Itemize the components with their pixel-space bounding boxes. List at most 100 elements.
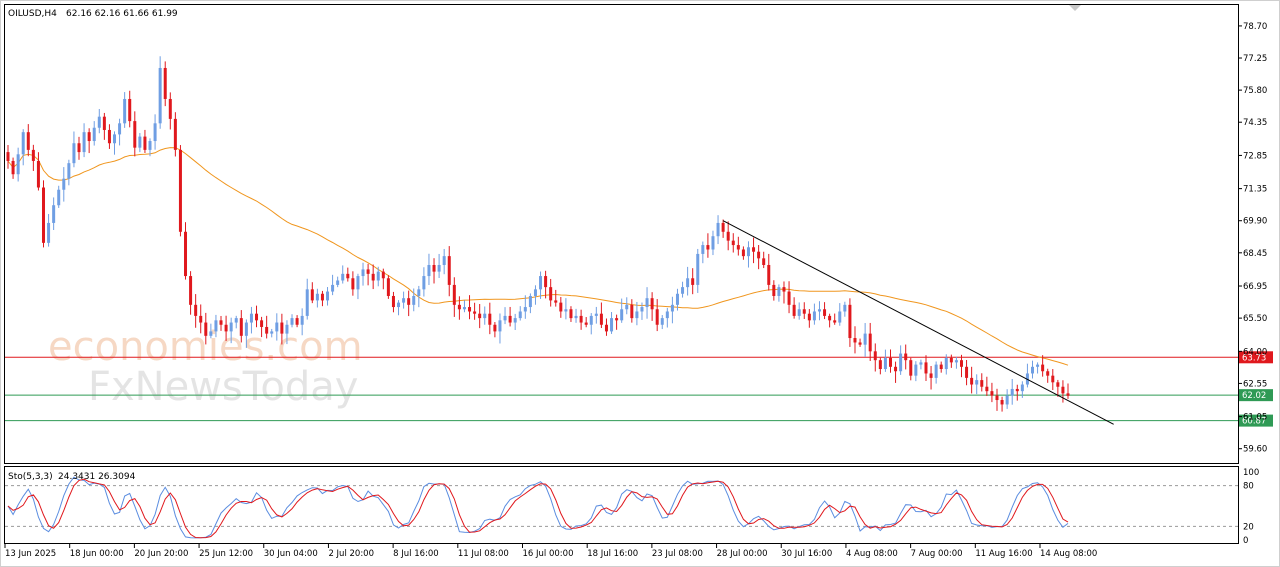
candle-body — [219, 320, 223, 325]
candle-body — [133, 121, 137, 148]
candle-body — [87, 132, 91, 142]
candle-body — [402, 298, 406, 303]
candle-body — [610, 318, 614, 332]
candle-body — [838, 311, 842, 323]
candle-body — [1041, 364, 1045, 372]
candle-body — [1046, 371, 1050, 376]
candle-body — [468, 307, 472, 312]
candle-body — [746, 247, 750, 257]
candle-body — [178, 149, 182, 232]
candle-body — [757, 251, 761, 259]
candle-body — [432, 264, 436, 272]
candle-body — [888, 357, 892, 367]
price-tick-label: 68.45 — [1243, 249, 1267, 259]
candle-body — [706, 245, 710, 250]
candle-body — [92, 127, 96, 142]
price-chart[interactable]: economies.com FxNewsToday 63.7362.0260.8… — [0, 0, 1280, 567]
candle-body — [361, 269, 365, 277]
chart-frame — [0, 0, 1280, 567]
candle-body — [620, 309, 624, 321]
candle-body — [736, 245, 740, 250]
candle-body — [102, 116, 106, 130]
candle-body — [954, 360, 958, 363]
candle-body — [412, 295, 416, 305]
time-tick-label: 8 Jul 16:00 — [393, 549, 439, 559]
candle-body — [554, 300, 558, 303]
candle-body — [239, 318, 243, 336]
candle-body — [508, 315, 512, 323]
candle-body — [584, 322, 588, 325]
stoch-axis-label: 0 — [1243, 536, 1248, 546]
candle-body — [305, 289, 309, 316]
candle-body — [77, 143, 81, 153]
candle-body — [975, 380, 979, 385]
candle-body — [934, 364, 938, 378]
time-tick-label: 13 Jun 2025 — [5, 549, 56, 559]
candle-body — [351, 278, 355, 290]
indicator-label: Sto(5,3,3) — [8, 472, 53, 482]
candle-body — [275, 322, 279, 332]
candle-body — [407, 298, 411, 305]
candle-body — [189, 276, 193, 305]
price-tick-label: 64.00 — [1243, 347, 1267, 357]
candle-body — [366, 269, 370, 274]
candle-body — [772, 284, 776, 296]
candle-body — [260, 320, 264, 327]
candle-body — [391, 295, 395, 308]
candle-body — [168, 98, 172, 119]
candle-body — [229, 322, 233, 332]
time-tick-label: 2 Jul 20:00 — [328, 549, 374, 559]
candle-body — [645, 298, 649, 308]
candle-body — [483, 313, 487, 319]
candle-body — [128, 98, 132, 122]
price-tick-label: 74.35 — [1243, 118, 1267, 128]
price-tick-label: 59.60 — [1243, 445, 1267, 455]
candle-body — [711, 236, 715, 250]
candle-body — [549, 287, 553, 301]
candle-body — [493, 324, 497, 332]
candle-body — [589, 315, 593, 325]
candle-body — [929, 373, 933, 378]
symbol-label: OILUSD,H4 — [8, 9, 57, 19]
candle-body — [812, 311, 816, 321]
candle-body — [625, 304, 629, 310]
price-tick-label: 71.35 — [1243, 185, 1267, 195]
candle-body — [224, 324, 228, 332]
candle-body — [691, 278, 695, 285]
candle-body — [199, 315, 203, 323]
candle-body — [574, 315, 578, 319]
time-tick-label: 14 Aug 08:00 — [1040, 549, 1097, 559]
candle-body — [817, 309, 821, 312]
candle-body — [528, 295, 532, 308]
candle-body — [924, 362, 928, 374]
candle-body — [82, 132, 86, 153]
candle-body — [1030, 366, 1034, 374]
candle-body — [310, 289, 314, 301]
candle-body — [427, 264, 431, 277]
candle-body — [995, 395, 999, 401]
candle-body — [478, 313, 482, 319]
candle-body — [417, 289, 421, 296]
indicator-values: 24.3431 26.3094 — [58, 472, 136, 482]
candle-body — [473, 311, 477, 314]
candle-body — [1056, 382, 1060, 387]
candle-body — [11, 160, 15, 175]
level-price-label: 62.02 — [1242, 391, 1266, 401]
candle-body — [675, 293, 679, 305]
candle-body — [1066, 393, 1070, 396]
candle-body — [716, 222, 720, 237]
price-tick-label: 78.70 — [1243, 22, 1267, 32]
candle-body — [630, 304, 634, 319]
candle-body — [280, 322, 284, 334]
candle-body — [72, 143, 76, 164]
candle-body — [52, 205, 56, 223]
candle-body — [107, 129, 111, 144]
candle-body — [341, 273, 345, 281]
candle-body — [376, 271, 380, 281]
price-tick-label: 62.55 — [1243, 379, 1267, 389]
candle-body — [533, 289, 537, 296]
candle-body — [741, 249, 745, 257]
candle-body — [290, 318, 294, 325]
candle-body — [604, 324, 608, 332]
candle-body — [807, 313, 811, 321]
